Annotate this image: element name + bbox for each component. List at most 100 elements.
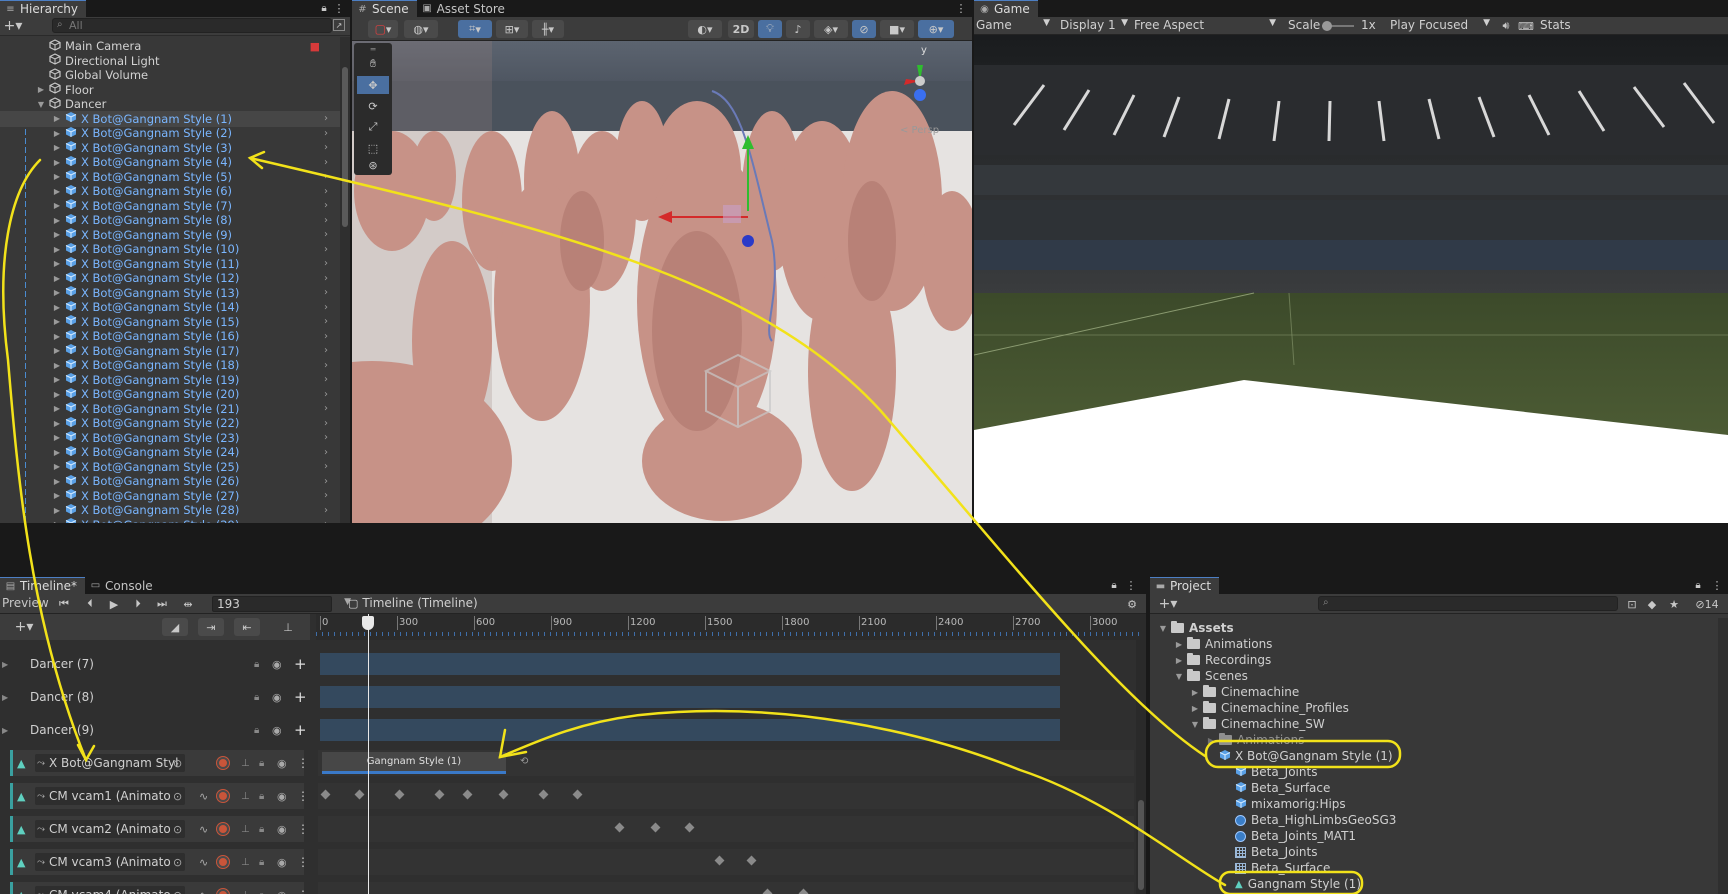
project-search-input[interactable]: ⌕ bbox=[1318, 596, 1618, 611]
preview-toggle[interactable]: Preview bbox=[2, 596, 49, 610]
timeline-more-icon[interactable]: ⋮ bbox=[1126, 578, 1137, 592]
range-button[interactable]: ⇹ bbox=[180, 596, 196, 612]
expand-right-icon[interactable]: ▶ bbox=[1206, 736, 1216, 745]
project-more-icon[interactable]: ⋮ bbox=[1712, 578, 1723, 592]
expand-right-icon[interactable]: ▶ bbox=[1190, 704, 1200, 713]
hierarchy-search-input[interactable]: ⌕ All bbox=[52, 18, 332, 33]
expand-right-icon[interactable]: ▶ bbox=[1190, 688, 1200, 697]
chevron-right-icon[interactable]: › bbox=[324, 403, 328, 414]
chevron-right-icon[interactable]: › bbox=[324, 258, 328, 269]
project-item[interactable]: ▼ Assets bbox=[1158, 620, 1234, 636]
goto-end-button[interactable]: ⏭︎ bbox=[154, 596, 170, 612]
chevron-right-icon[interactable]: › bbox=[324, 287, 328, 298]
chevron-right-icon[interactable]: › bbox=[324, 389, 328, 400]
project-item[interactable]: ▶ Cinemachine_Profiles bbox=[1190, 700, 1349, 716]
lock-icon[interactable]: 🔒︎ bbox=[259, 824, 264, 835]
prev-frame-button[interactable]: ⏴︎ bbox=[82, 596, 98, 612]
curve-icon[interactable]: ∿ bbox=[199, 790, 208, 803]
project-item[interactable]: ▶ Recordings bbox=[1174, 652, 1271, 668]
track-binding-name[interactable]: CM vcam3 (Animato bbox=[49, 855, 179, 869]
lock-icon[interactable]: 🔒︎ bbox=[259, 791, 264, 802]
project-item[interactable]: X Bot@Gangnam Style (1) bbox=[1206, 748, 1393, 764]
chevron-right-icon[interactable]: › bbox=[324, 360, 328, 371]
lock-icon[interactable]: 🔒︎ bbox=[254, 659, 259, 670]
lock-icon[interactable]: 🔒︎ bbox=[259, 758, 264, 769]
hidden-objects-toggle[interactable]: ⊘ bbox=[852, 20, 876, 38]
group-track-bar[interactable] bbox=[320, 653, 1060, 675]
animation-track[interactable]: ▲ ⤳ X Bot@Gangnam Style ⊙ ⊥ 🔒︎ ◉ ⋮ Gangnam Style… bbox=[0, 748, 1134, 778]
project-item[interactable]: Beta_Surface bbox=[1222, 780, 1330, 796]
pin-icon[interactable]: ⊥ bbox=[241, 791, 250, 802]
project-item[interactable]: Beta_Joints_MAT1 bbox=[1222, 828, 1356, 844]
lock-icon[interactable]: 🔒︎ bbox=[254, 725, 259, 736]
curve-icon[interactable]: ∿ bbox=[199, 823, 208, 836]
pin-button[interactable]: ⊥ bbox=[278, 618, 298, 636]
keyboard-button[interactable]: ⌨ bbox=[1518, 18, 1534, 34]
track-binding-name[interactable]: CM vcam4 (Animato bbox=[49, 888, 179, 894]
goto-start-button[interactable]: ⏮︎ bbox=[56, 596, 72, 612]
animation-track[interactable]: ▲ ⤳ CM vcam4 (Animato⊙ ∿ ⊥ 🔒︎ ◉ ⋮ bbox=[0, 880, 1134, 894]
frame-input[interactable]: 193 ▼ bbox=[212, 596, 351, 612]
eye-icon[interactable]: ◉ bbox=[277, 823, 287, 836]
2d-toggle[interactable]: 2D bbox=[728, 20, 754, 38]
mix-toggle[interactable]: ⇤ bbox=[234, 618, 260, 636]
create-asset-button[interactable]: +▾ bbox=[1154, 596, 1182, 612]
timeline-scrollbar[interactable] bbox=[1136, 640, 1146, 894]
chevron-right-icon[interactable]: › bbox=[324, 128, 328, 139]
expand-down-icon[interactable]: ▼ bbox=[1158, 624, 1168, 633]
chevron-right-icon[interactable]: › bbox=[324, 142, 328, 153]
expand-right-icon[interactable]: ▶ bbox=[52, 491, 62, 500]
move-snap-button[interactable]: ⌗ ▾ bbox=[458, 20, 492, 38]
chevron-right-icon[interactable]: › bbox=[324, 374, 328, 385]
project-item[interactable]: ▼ Cinemachine_SW bbox=[1190, 716, 1325, 732]
expand-right-icon[interactable]: ▶ bbox=[52, 187, 62, 196]
tab-asset-store[interactable]: ▣ Asset Store bbox=[417, 0, 513, 17]
chevron-right-icon[interactable]: › bbox=[324, 186, 328, 197]
pin-icon[interactable]: ⊥ bbox=[241, 857, 250, 868]
track-menu-icon[interactable]: ⋮ bbox=[297, 756, 309, 770]
tab-game[interactable]: ◉ Game bbox=[974, 0, 1038, 17]
lock-icon[interactable]: 🔒︎ bbox=[259, 857, 264, 868]
track-name[interactable]: Dancer (7) bbox=[30, 657, 94, 671]
expand-right-icon[interactable]: ▶ bbox=[52, 129, 62, 138]
increment-snap-button[interactable]: ╫ ▾ bbox=[532, 20, 564, 38]
camera-button[interactable]: ■ ▾ bbox=[880, 20, 914, 38]
move-tool[interactable]: ✥ bbox=[357, 76, 389, 94]
ripple-toggle[interactable]: ⇥ bbox=[198, 618, 224, 636]
project-item[interactable]: ▶ Animations bbox=[1206, 732, 1304, 748]
audio-toggle[interactable]: ♪ bbox=[786, 20, 810, 38]
eye-icon[interactable]: ◉ bbox=[277, 856, 287, 869]
expand-right-icon[interactable]: ▶ bbox=[52, 433, 62, 442]
draw-mode-button[interactable]: ▢ ▾ bbox=[368, 20, 398, 38]
expand-right-icon[interactable]: ▶ bbox=[52, 361, 62, 370]
project-item[interactable]: ▼ Scenes bbox=[1174, 668, 1248, 684]
group-track-bar[interactable] bbox=[320, 686, 1060, 708]
chevron-right-icon[interactable]: › bbox=[324, 505, 328, 516]
animation-track[interactable]: ▲ ⤳ CM vcam1 (Animato ⊙ ∿ ⊥ 🔒︎ ◉ ⋮ bbox=[0, 781, 1134, 811]
play-button[interactable]: ▶︎ bbox=[106, 596, 122, 612]
chevron-right-icon[interactable]: › bbox=[324, 200, 328, 211]
expand-right-icon[interactable]: ▶ bbox=[52, 462, 62, 471]
grid-snap-button[interactable]: ⊞ ▾ bbox=[496, 20, 528, 38]
chevron-right-icon[interactable]: › bbox=[324, 447, 328, 458]
expand-down-icon[interactable]: ▼ bbox=[1174, 672, 1184, 681]
game-view[interactable] bbox=[974, 35, 1728, 523]
project-item[interactable]: ▶ Cinemachine bbox=[1190, 684, 1299, 700]
tab-project[interactable]: ▬ Project bbox=[1150, 577, 1220, 594]
search-by-label-button[interactable]: ◆ bbox=[1644, 596, 1660, 612]
animation-track[interactable]: ▲ ⤳ CM vcam2 (Animato ⊙ ∿ ⊥ 🔒︎ ◉ ⋮ bbox=[0, 814, 1134, 844]
eye-icon[interactable]: ◉ bbox=[277, 889, 287, 894]
pin-icon[interactable]: ⊥ bbox=[241, 758, 250, 769]
eye-icon[interactable]: ◉ bbox=[272, 724, 282, 737]
lock-icon[interactable]: 🔒︎ bbox=[318, 1, 330, 15]
stats-button[interactable]: Stats bbox=[1540, 18, 1571, 32]
chevron-right-icon[interactable]: › bbox=[324, 113, 328, 124]
expand-down-icon[interactable]: ▼ bbox=[1190, 720, 1200, 729]
more-menu-icon[interactable]: ⋮ bbox=[334, 1, 345, 15]
chevron-right-icon[interactable]: › bbox=[324, 418, 328, 429]
project-item[interactable]: Beta_Joints bbox=[1222, 764, 1317, 780]
track-menu-icon[interactable]: ⋮ bbox=[297, 855, 309, 869]
object-picker-icon[interactable]: ⊙ bbox=[173, 790, 182, 803]
eye-icon[interactable]: ◉ bbox=[272, 691, 282, 704]
expand-right-icon[interactable]: ▶ bbox=[52, 375, 62, 384]
